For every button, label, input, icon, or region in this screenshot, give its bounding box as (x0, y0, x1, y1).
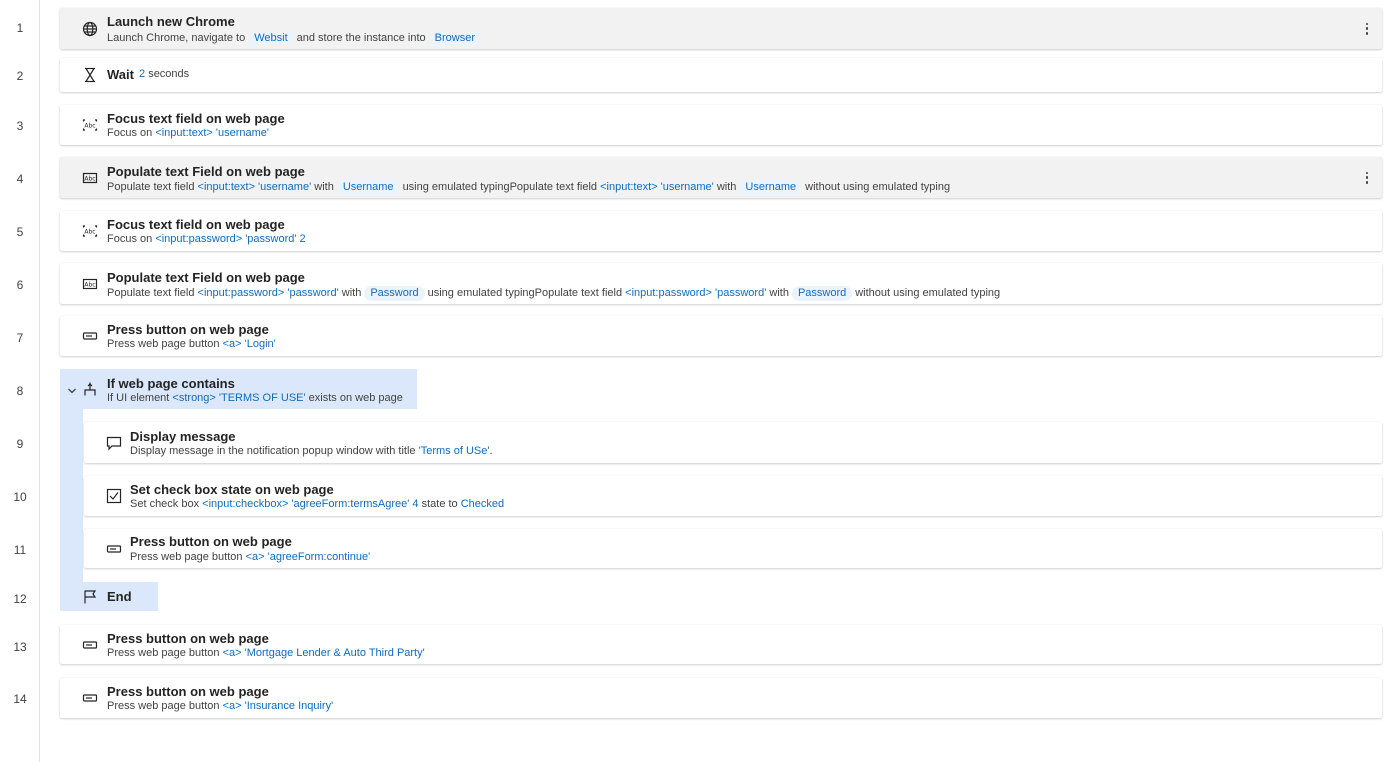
focus-text-field-icon: Abc (82, 223, 98, 239)
action-populate-text-field[interactable]: Abc Populate text Field on web page Popu… (60, 157, 1382, 198)
collapse-chevron-icon[interactable] (67, 386, 77, 396)
line-number: 1 (16, 21, 24, 35)
action-title: Display message (130, 429, 236, 444)
line-number: 14 (13, 692, 27, 706)
action-title: Focus text field on web page (107, 217, 285, 232)
line-number: 13 (13, 640, 27, 654)
variable-chip[interactable]: Password (791, 286, 853, 301)
action-description: Focus on <input:password> 'password' 2 (107, 233, 306, 245)
button-icon (106, 541, 122, 557)
action-title: Focus text field on web page (107, 111, 285, 126)
text-field-icon: Abc (82, 170, 98, 186)
checkbox-icon (106, 488, 122, 504)
if-block-indent-bar (60, 408, 83, 582)
svg-text:Abc: Abc (84, 123, 95, 130)
svg-text:Abc: Abc (84, 281, 95, 288)
action-description: Press web page button <a> 'Mortgage Lend… (107, 647, 425, 659)
action-title: If web page contains (107, 376, 235, 391)
action-title: Press button on web page (107, 631, 269, 646)
action-press-button[interactable]: Press button on web page Press web page … (60, 625, 1382, 664)
action-title: End (107, 589, 132, 604)
action-description: Populate text field <input:text> 'userna… (107, 180, 951, 195)
variable-chip[interactable]: Websit (248, 31, 294, 46)
line-number: 9 (16, 437, 24, 451)
focus-text-field-icon: Abc (82, 117, 98, 133)
action-title: Populate text Field on web page (107, 270, 305, 285)
variable-chip[interactable]: Password (364, 286, 425, 301)
line-number: 10 (13, 490, 27, 504)
button-icon (82, 690, 98, 706)
line-number: 11 (13, 543, 27, 557)
action-description: Press web page button <a> 'agreeForm:con… (130, 551, 371, 563)
line-number: 4 (16, 172, 24, 186)
action-description: Display message in the notification popu… (130, 445, 493, 457)
flag-icon (82, 589, 98, 605)
hourglass-icon (82, 67, 98, 83)
variable-chip[interactable]: Browser (428, 31, 481, 46)
line-number: 3 (16, 119, 24, 133)
variable-chip[interactable]: Username (739, 180, 803, 195)
action-description: Press web page button <a> 'Insurance Inq… (107, 700, 334, 712)
action-description: Press web page button <a> 'Login' (107, 338, 276, 350)
svg-text:Abc: Abc (84, 229, 95, 236)
action-title: Press button on web page (107, 684, 269, 699)
action-populate-text-field[interactable]: Abc Populate text Field on web page Popu… (60, 263, 1382, 304)
line-number: 5 (16, 225, 24, 239)
action-launch-chrome[interactable]: Launch new Chrome Launch Chrome, navigat… (60, 8, 1382, 49)
line-number: 6 (16, 278, 24, 292)
action-description: Populate text field <input:password> 'pa… (107, 286, 1001, 301)
action-press-button[interactable]: Press button on web page Press web page … (84, 529, 1382, 568)
branch-icon (82, 381, 98, 397)
action-description: Set check box <input:checkbox> 'agreeFor… (130, 498, 505, 510)
action-description: Focus on <input:text> 'username' (107, 127, 269, 139)
message-icon (106, 435, 122, 451)
variable-chip[interactable]: Username (336, 180, 400, 195)
action-title: Populate text Field on web page (107, 164, 305, 179)
more-options-icon[interactable] (1360, 21, 1374, 37)
line-number: 7 (16, 331, 24, 345)
action-focus-text-field[interactable]: Abc Focus text field on web page Focus o… (60, 105, 1382, 145)
action-title: Wait (107, 67, 134, 82)
action-end[interactable]: End (60, 582, 158, 611)
line-number: 8 (16, 384, 24, 398)
text-field-icon: Abc (82, 276, 98, 292)
action-display-message[interactable]: Display message Display message in the n… (84, 422, 1382, 463)
action-set-checkbox-state[interactable]: Set check box state on web page Set chec… (84, 476, 1382, 516)
more-options-icon[interactable] (1360, 170, 1374, 186)
action-focus-text-field[interactable]: Abc Focus text field on web page Focus o… (60, 211, 1382, 251)
line-number: 12 (13, 592, 27, 606)
action-press-button[interactable]: Press button on web page Press web page … (60, 316, 1382, 356)
globe-icon (82, 21, 98, 37)
button-icon (82, 637, 98, 653)
action-wait[interactable]: Wait 2 seconds (60, 58, 1382, 92)
action-press-button[interactable]: Press button on web page Press web page … (60, 678, 1382, 718)
line-number: 2 (16, 69, 24, 83)
action-title: Press button on web page (130, 534, 292, 549)
action-description: Launch Chrome, navigate to Websit and stor… (107, 31, 484, 46)
action-title: Set check box state on web page (130, 482, 334, 497)
action-title: Press button on web page (107, 322, 269, 337)
action-description: If UI element <strong> 'TERMS OF USE' ex… (107, 392, 403, 404)
action-title: Launch new Chrome (107, 14, 235, 29)
action-description: 2 seconds (139, 68, 190, 80)
svg-text:Abc: Abc (84, 175, 95, 182)
button-icon (82, 328, 98, 344)
action-if-web-page-contains[interactable]: If web page contains If UI element <stro… (60, 369, 417, 409)
